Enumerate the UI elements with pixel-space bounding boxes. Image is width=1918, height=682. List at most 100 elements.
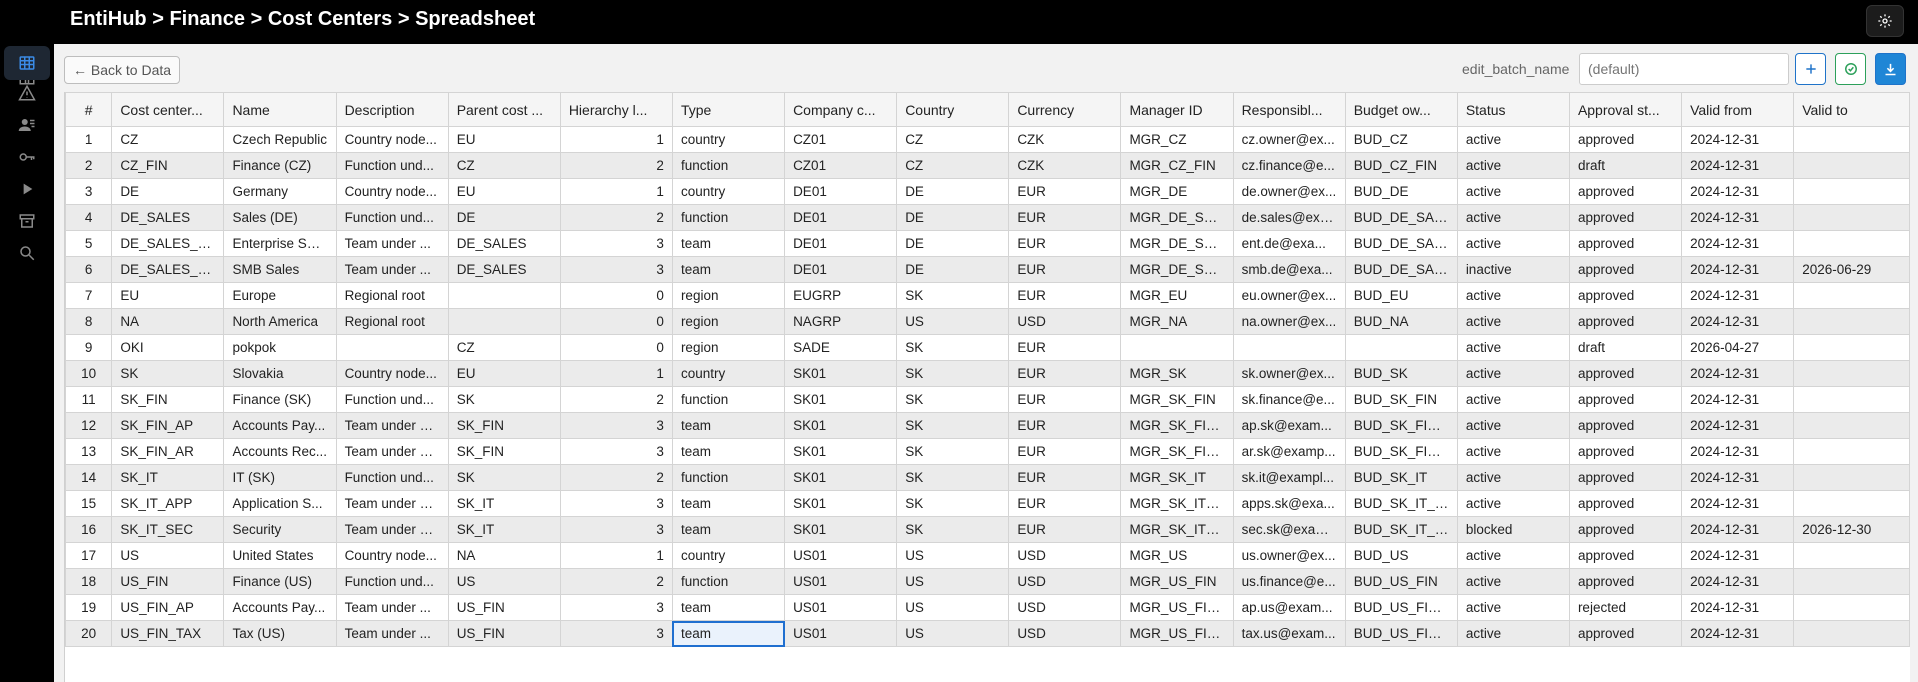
table-cell[interactable]: USD: [1008, 594, 1122, 621]
table-cell[interactable]: BUD_SK_FIN_...: [1344, 438, 1458, 465]
table-cell[interactable]: Function und...: [335, 568, 449, 595]
table-cell[interactable]: Country node...: [335, 360, 449, 387]
table-cell[interactable]: MGR_NA: [1120, 308, 1234, 335]
table-cell[interactable]: EUR: [1008, 204, 1122, 231]
table-cell[interactable]: country: [671, 126, 786, 153]
table-cell[interactable]: Team under S...: [335, 516, 449, 543]
table-cell[interactable]: NA: [111, 308, 225, 335]
table-cell[interactable]: function: [671, 464, 786, 491]
table-cell[interactable]: Function und...: [335, 386, 449, 413]
table-cell[interactable]: 1: [559, 542, 673, 569]
table-cell[interactable]: [1793, 594, 1910, 621]
table-cell[interactable]: 2024-12-31: [1681, 256, 1795, 283]
table-cell[interactable]: Czech Republic: [223, 126, 337, 153]
table-cell[interactable]: MGR_SK_IT: [1120, 464, 1234, 491]
table-cell[interactable]: DE01: [784, 230, 898, 257]
batch-name-input[interactable]: [1579, 53, 1789, 85]
table-cell[interactable]: BUD_DE_SAL...: [1344, 256, 1458, 283]
table-cell[interactable]: 1: [559, 360, 673, 387]
table-cell[interactable]: NAGRP: [784, 308, 898, 335]
table-cell[interactable]: tax.us@exam...: [1232, 620, 1346, 647]
table-cell[interactable]: [1232, 334, 1346, 361]
table-cell[interactable]: active: [1456, 126, 1570, 153]
table-cell[interactable]: Team under ...: [335, 230, 449, 257]
table-cell[interactable]: SK: [896, 334, 1010, 361]
table-cell[interactable]: United States: [223, 542, 337, 569]
table-cell[interactable]: BUD_SK_IT: [1344, 464, 1458, 491]
table-cell[interactable]: active: [1456, 542, 1570, 569]
table-cell[interactable]: team: [671, 412, 786, 439]
table-cell[interactable]: US: [896, 568, 1010, 595]
table-cell[interactable]: 2024-12-31: [1681, 204, 1795, 231]
column-header-status[interactable]: Status: [1456, 92, 1570, 127]
table-cell[interactable]: approved: [1568, 230, 1683, 257]
table-cell[interactable]: approved: [1568, 620, 1683, 647]
table-cell[interactable]: CZ: [447, 152, 561, 179]
table-cell[interactable]: NA: [447, 542, 561, 569]
table-cell[interactable]: SK: [896, 464, 1010, 491]
table-cell[interactable]: BUD_DE_SALES: [1344, 204, 1458, 231]
back-to-data-button[interactable]: ← Back to Data: [64, 56, 181, 84]
table-cell[interactable]: approved: [1568, 308, 1683, 335]
table-cell[interactable]: active: [1456, 282, 1570, 309]
table-cell[interactable]: Team under S...: [335, 490, 449, 517]
table-cell[interactable]: US: [896, 594, 1010, 621]
table-cell[interactable]: 2: [559, 204, 673, 231]
table-cell[interactable]: EUGRP: [784, 282, 898, 309]
table-cell[interactable]: SK: [896, 516, 1010, 543]
table-cell[interactable]: active: [1456, 204, 1570, 231]
sidebar-item-archive[interactable]: [4, 204, 50, 238]
table-cell[interactable]: DE_SALES: [447, 256, 561, 283]
table-cell[interactable]: MGR_US_FIN...: [1120, 594, 1234, 621]
table-cell[interactable]: approved: [1568, 126, 1683, 153]
table-cell[interactable]: ent.de@exa...: [1232, 230, 1346, 257]
table-cell[interactable]: country: [671, 178, 786, 205]
table-cell[interactable]: US01: [784, 620, 898, 647]
table-cell[interactable]: DE: [896, 230, 1010, 257]
table-cell[interactable]: 3: [559, 256, 673, 283]
table-cell[interactable]: EU: [447, 360, 561, 387]
table-cell[interactable]: DE01: [784, 178, 898, 205]
table-cell[interactable]: 2024-12-31: [1681, 360, 1795, 387]
table-cell[interactable]: 2024-12-31: [1681, 490, 1795, 517]
table-cell[interactable]: [1793, 542, 1910, 569]
table-cell[interactable]: function: [671, 204, 786, 231]
column-header-valid-to[interactable]: Valid to: [1793, 92, 1910, 127]
table-cell[interactable]: MGR_SK_IT_A...: [1120, 490, 1234, 517]
table-cell[interactable]: CZK: [1008, 152, 1122, 179]
table-cell[interactable]: CZ: [896, 152, 1010, 179]
table-cell[interactable]: SK: [896, 490, 1010, 517]
sidebar-item-search[interactable]: [4, 236, 50, 270]
table-cell[interactable]: Team under ...: [335, 256, 449, 283]
table-cell[interactable]: inactive: [1456, 256, 1570, 283]
table-cell[interactable]: 0: [559, 308, 673, 335]
table-cell[interactable]: DE_SALES_SMB: [111, 256, 225, 283]
table-cell[interactable]: active: [1456, 594, 1570, 621]
table-cell[interactable]: SK_IT: [447, 516, 561, 543]
table-cell[interactable]: 2026-06-29: [1793, 256, 1910, 283]
table-cell[interactable]: 2: [559, 568, 673, 595]
table-cell[interactable]: DE_SALES: [111, 204, 225, 231]
table-cell[interactable]: 1: [559, 178, 673, 205]
table-cell[interactable]: USD: [1008, 308, 1122, 335]
table-cell[interactable]: MGR_DE_SAL...: [1120, 230, 1234, 257]
table-cell[interactable]: BUD_CZ_FIN: [1344, 152, 1458, 179]
table-cell[interactable]: MGR_DE_SAL...: [1120, 256, 1234, 283]
column-header-hierarchy-l[interactable]: Hierarchy l...: [559, 92, 673, 127]
table-cell[interactable]: Function und...: [335, 152, 449, 179]
column-header-name[interactable]: Name: [223, 92, 337, 127]
table-cell[interactable]: US_FIN_TAX: [111, 620, 225, 647]
table-cell[interactable]: 0: [559, 334, 673, 361]
table-cell[interactable]: BUD_US: [1344, 542, 1458, 569]
table-cell[interactable]: approved: [1568, 256, 1683, 283]
table-cell[interactable]: us.finance@e...: [1232, 568, 1346, 595]
table-cell[interactable]: 2: [559, 464, 673, 491]
table-cell[interactable]: 2024-12-31: [1681, 126, 1795, 153]
table-cell[interactable]: country: [671, 360, 786, 387]
table-cell[interactable]: active: [1456, 386, 1570, 413]
sidebar-item-keys[interactable]: [4, 140, 50, 174]
table-cell[interactable]: [1793, 464, 1910, 491]
settings-button[interactable]: [1866, 5, 1904, 37]
table-cell[interactable]: region: [671, 334, 786, 361]
table-cell[interactable]: 2024-12-31: [1681, 386, 1795, 413]
